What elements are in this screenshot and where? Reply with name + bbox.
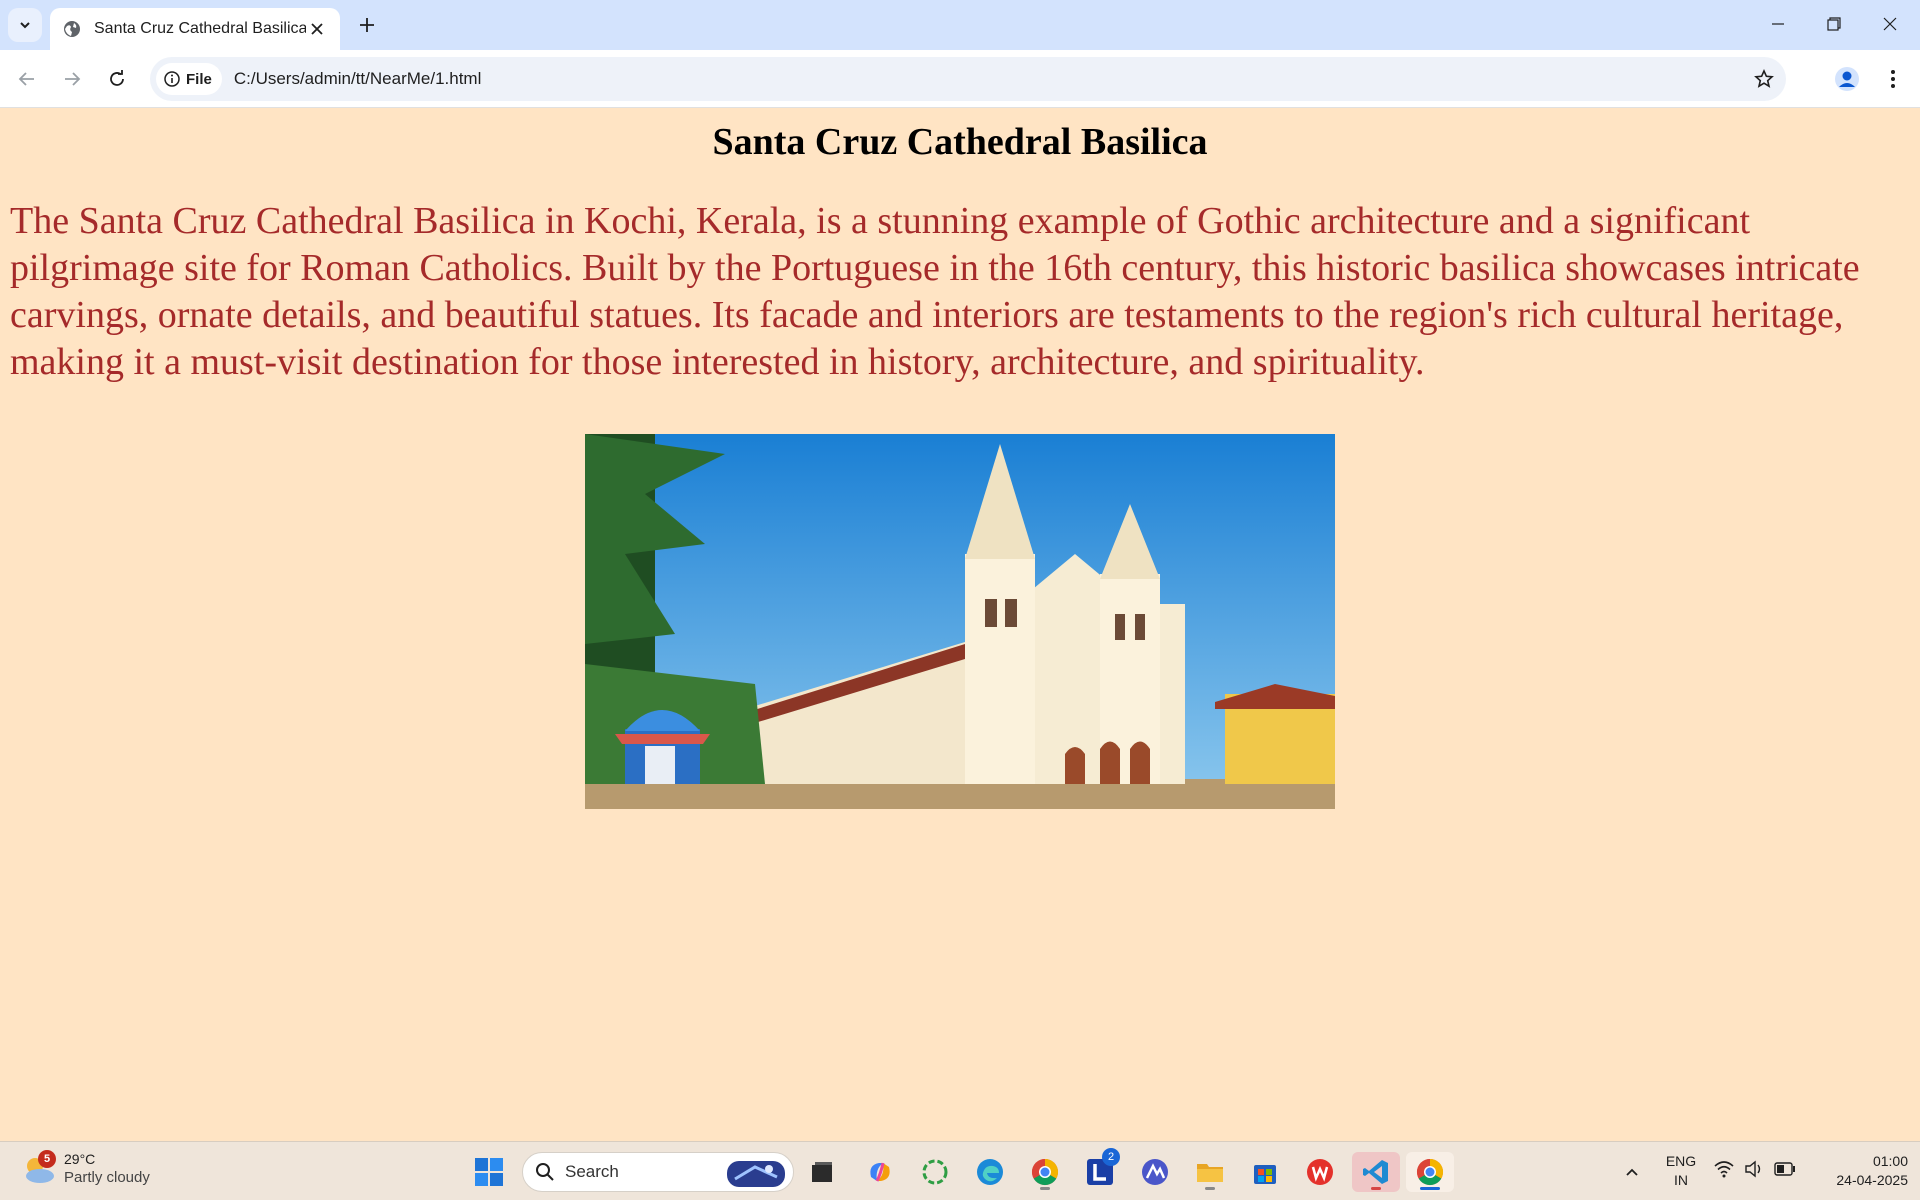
profile-button[interactable] xyxy=(1830,62,1864,96)
running-indicator xyxy=(1040,1187,1050,1190)
more-vertical-icon xyxy=(1891,70,1895,88)
browser-menu-button[interactable] xyxy=(1876,62,1910,96)
forward-button[interactable] xyxy=(55,62,89,96)
cathedral-photo xyxy=(585,434,1335,809)
windows-logo-icon xyxy=(475,1158,503,1186)
taskbar-app-circle[interactable] xyxy=(915,1152,955,1192)
running-indicator xyxy=(1371,1187,1381,1190)
reload-button[interactable] xyxy=(100,62,134,96)
weather-widget[interactable]: 5 29°C Partly cloudy xyxy=(22,1150,150,1188)
taskbar-app-chrome-active[interactable] xyxy=(1406,1152,1454,1192)
vscode-icon xyxy=(1363,1160,1388,1184)
vpn-icon xyxy=(1142,1159,1168,1185)
browser-toolbar: File C:/Users/admin/tt/NearMe/1.html xyxy=(0,50,1920,108)
copilot-icon xyxy=(870,1162,890,1182)
chrome-icon xyxy=(1416,1158,1444,1186)
start-button[interactable] xyxy=(469,1152,509,1192)
star-icon xyxy=(1754,69,1774,88)
weather-badge: 5 xyxy=(38,1150,56,1168)
restore-button[interactable] xyxy=(1806,0,1862,48)
weather-condition: Partly cloudy xyxy=(64,1169,150,1186)
reload-icon xyxy=(110,70,124,86)
new-tab-button[interactable] xyxy=(352,10,382,40)
close-window-button[interactable] xyxy=(1862,0,1918,48)
chevron-down-icon xyxy=(20,22,30,29)
minimize-icon xyxy=(1772,23,1784,25)
taskbar-search-box[interactable]: Search xyxy=(522,1152,794,1192)
active-indicator xyxy=(1420,1187,1440,1190)
running-indicator xyxy=(1205,1187,1215,1190)
windows-taskbar: 5 29°C Partly cloudy Search 2 ENG IN 01:… xyxy=(0,1141,1920,1200)
taskbar-app-terminal[interactable] xyxy=(802,1152,842,1192)
wps-office-icon xyxy=(1307,1159,1333,1185)
globe-icon xyxy=(62,19,82,39)
url-text[interactable]: C:/Users/admin/tt/NearMe/1.html xyxy=(234,69,482,89)
description-paragraph: The Santa Cruz Cathedral Basilica in Koc… xyxy=(10,200,1860,383)
refresh-circle-icon xyxy=(922,1159,948,1185)
taskbar-app-file-explorer[interactable] xyxy=(1190,1152,1230,1192)
tab-search-button[interactable] xyxy=(8,8,42,42)
page-title: Santa Cruz Cathedral Basilica xyxy=(712,121,1208,163)
chrome-icon xyxy=(1031,1158,1059,1186)
clock[interactable]: 01:00 24-04-2025 xyxy=(1808,1152,1908,1190)
back-button[interactable] xyxy=(10,62,44,96)
taskbar-app-l[interactable]: 2 xyxy=(1080,1148,1120,1192)
taskbar-app-wps[interactable] xyxy=(1300,1152,1340,1192)
tab-strip: Santa Cruz Cathedral Basilica xyxy=(0,0,1920,50)
l-app-badge: 2 xyxy=(1102,1148,1120,1166)
taskbar-app-vscode[interactable] xyxy=(1352,1152,1400,1192)
store-icon xyxy=(1254,1165,1276,1184)
language-line1: ENG xyxy=(1665,1153,1697,1169)
address-bar[interactable]: File C:/Users/admin/tt/NearMe/1.html xyxy=(150,57,1786,101)
partly-cloudy-icon: 5 xyxy=(22,1150,56,1186)
arrow-left-icon xyxy=(18,72,34,86)
browser-tab[interactable]: Santa Cruz Cathedral Basilica xyxy=(50,8,340,50)
clock-date: 24-04-2025 xyxy=(1836,1172,1908,1188)
terminal-app-icon xyxy=(812,1162,832,1182)
wifi-icon xyxy=(1714,1161,1734,1178)
weather-temperature: 29°C xyxy=(64,1151,96,1167)
site-info-label: File xyxy=(186,70,212,88)
folder-icon xyxy=(1197,1164,1223,1182)
edge-icon xyxy=(977,1159,1003,1185)
site-info-chip[interactable]: File xyxy=(156,63,222,95)
taskbar-app-copilot[interactable] xyxy=(860,1152,900,1192)
arrow-right-icon xyxy=(65,72,81,86)
volume-icon xyxy=(1745,1160,1761,1178)
taskbar-app-chrome[interactable] xyxy=(1025,1152,1065,1192)
show-hidden-icons-button[interactable] xyxy=(1612,1152,1652,1192)
clock-time: 01:00 xyxy=(1872,1153,1908,1169)
close-icon xyxy=(1883,17,1897,31)
chevron-up-icon xyxy=(1626,1168,1638,1176)
tab-close-icon[interactable] xyxy=(306,18,328,40)
language-line2: IN xyxy=(1674,1172,1688,1188)
avatar-icon xyxy=(1835,67,1859,91)
restore-icon xyxy=(1827,17,1841,31)
search-label: Search xyxy=(565,1162,619,1181)
search-highlight-icon xyxy=(727,1161,785,1187)
taskbar-app-store[interactable] xyxy=(1245,1152,1285,1192)
minimize-button[interactable] xyxy=(1750,0,1806,48)
plus-icon xyxy=(360,18,374,32)
info-icon xyxy=(164,71,180,87)
tab-title: Santa Cruz Cathedral Basilica xyxy=(94,20,306,37)
battery-icon xyxy=(1774,1162,1795,1176)
taskbar-app-vpn[interactable] xyxy=(1135,1152,1175,1192)
web-page: Santa Cruz Cathedral Basilica The Santa … xyxy=(0,108,1920,1141)
taskbar-app-edge[interactable] xyxy=(970,1152,1010,1192)
search-icon xyxy=(536,1163,554,1181)
bookmark-button[interactable] xyxy=(1742,57,1786,101)
language-indicator[interactable]: ENG IN xyxy=(1656,1152,1706,1190)
system-status-group[interactable] xyxy=(1714,1160,1796,1178)
